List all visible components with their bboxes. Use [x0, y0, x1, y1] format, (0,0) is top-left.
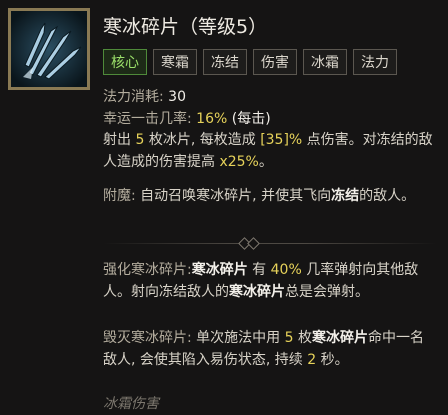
frost-shards-icon: [8, 8, 90, 90]
upgrade-enhanced-label: 强化寒冰碎片:: [103, 262, 192, 278]
lucky-hit-value: 16%: [196, 111, 228, 127]
tag-frost: 寒霜: [153, 49, 197, 75]
enchant-keyword: 冻结: [331, 188, 360, 204]
vulnerable-duration: 2: [307, 352, 317, 368]
damage-percent: [35]%: [260, 132, 303, 148]
lucky-hit-label: 幸运一击几率:: [103, 111, 192, 127]
desc-text: 射出: [103, 132, 136, 148]
section-divider: [103, 237, 437, 250]
damage-type-footer: 冰霜伤害: [103, 396, 159, 412]
desc-text: 总是会弹射。: [285, 284, 369, 300]
desc-text: 。: [258, 154, 273, 170]
lucky-hit-chance: 幸运一击几率: 16% (每击): [103, 108, 271, 128]
mana-cost-value: 30: [168, 89, 186, 105]
ricochet-chance: 40%: [270, 262, 302, 278]
frozen-bonus: x25%: [219, 154, 259, 170]
enchantment-text: 附魔: 自动召唤寒冰碎片, 并使其飞向冻结的敌人。: [103, 185, 437, 207]
tag-ice: 冰霜: [303, 49, 347, 75]
upgrade-destructive-label: 毁灭寒冰碎片:: [103, 330, 192, 346]
desc-text: 自动召唤寒冰碎片, 并使其飞向: [135, 188, 332, 204]
tag-core: 核心: [103, 49, 147, 75]
desc-text: 单次施法中用: [191, 330, 285, 346]
skill-title: 寒冰碎片（等级5）: [103, 16, 268, 38]
tag-damage: 伤害: [253, 49, 297, 75]
desc-text: 有: [247, 262, 271, 278]
skill-tooltip: 寒冰碎片（等级5） 核心 寒霜 冻结 伤害 冰霜 法力 法力消耗: 30 幸运一…: [0, 0, 448, 415]
desc-text: 秒。: [316, 352, 349, 368]
desc-text: 枚冰片, 每枚造成: [144, 132, 261, 148]
skill-tags: 核心 寒霜 冻结 伤害 冰霜 法力: [103, 49, 397, 75]
tag-freeze: 冻结: [203, 49, 247, 75]
skill-name-ref: 寒冰碎片: [312, 330, 368, 346]
tag-mana: 法力: [353, 49, 397, 75]
mana-cost: 法力消耗: 30: [103, 86, 186, 106]
skill-name-ref: 寒冰碎片: [229, 284, 285, 300]
hit-count: 5: [284, 330, 294, 346]
desc-text: 的敌人。: [359, 188, 416, 204]
enchant-label: 附魔:: [103, 188, 136, 204]
upgrade-enhanced: 强化寒冰碎片:寒冰碎片 有 40% 几率弹射向其他敌人。射向冻结敌人的寒冰碎片总…: [103, 259, 437, 303]
lucky-hit-suffix: (每击): [231, 111, 271, 127]
skill-name-ref: 寒冰碎片: [191, 262, 248, 278]
skill-description: 射出 5 枚冰片, 每枚造成 [35]% 点伤害。对冻结的敌人造成的伤害提高 x…: [103, 129, 437, 173]
upgrade-destructive: 毁灭寒冰碎片: 单次施法中用 5 枚寒冰碎片命中一名敌人, 会使其陷入易伤状态,…: [103, 327, 437, 371]
desc-text: 枚: [293, 330, 312, 346]
mana-cost-label: 法力消耗:: [103, 89, 164, 105]
